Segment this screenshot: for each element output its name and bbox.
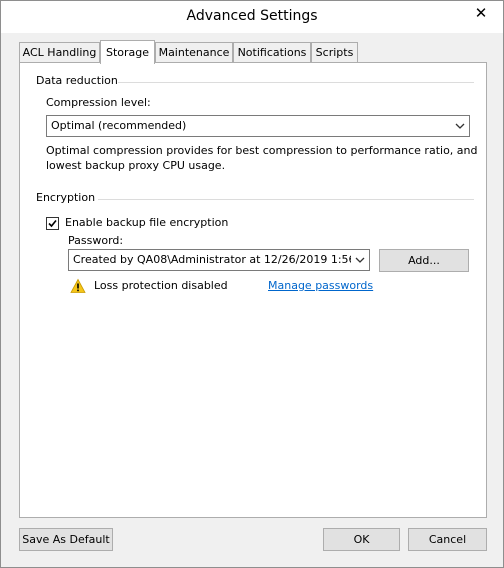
compression-description-line-1: Optimal compression provides for best co… xyxy=(46,144,478,157)
save-as-default-button[interactable]: Save As Default xyxy=(19,528,113,551)
tab-label: Scripts xyxy=(315,46,354,59)
tab-label: Storage xyxy=(105,46,150,59)
chevron-down-icon xyxy=(455,123,465,129)
compression-description: Optimal compression provides for best co… xyxy=(46,143,477,173)
manage-passwords-link[interactable]: Manage passwords xyxy=(268,279,373,292)
tab-storage[interactable]: Storage xyxy=(100,40,155,64)
password-label: Password: xyxy=(68,234,124,247)
close-button[interactable]: ✕ xyxy=(466,2,496,24)
cancel-button[interactable]: Cancel xyxy=(408,528,487,551)
loss-protection-status: Loss protection disabled xyxy=(94,279,228,292)
title-bar: Advanced Settings ✕ xyxy=(1,1,503,33)
tab-notifications[interactable]: Notifications xyxy=(233,42,311,62)
tab-maintenance[interactable]: Maintenance xyxy=(155,42,233,62)
tab-label: ACL Handling xyxy=(22,46,97,59)
compression-level-select[interactable]: Optimal (recommended) xyxy=(46,115,470,137)
enable-encryption-checkbox[interactable] xyxy=(46,217,59,230)
chevron-down-icon xyxy=(355,257,365,263)
tab-label: Notifications xyxy=(237,46,307,59)
group-divider xyxy=(98,199,474,200)
advanced-settings-dialog: Advanced Settings ✕ ACL Handling Storage… xyxy=(0,0,504,568)
ok-button[interactable]: OK xyxy=(323,528,400,551)
password-select[interactable]: Created by QA08\Administrator at 12/26/2… xyxy=(68,249,370,271)
warning-icon xyxy=(70,278,86,293)
compression-level-value: Optimal (recommended) xyxy=(51,119,187,132)
checkmark-icon xyxy=(48,219,57,228)
password-value: Created by QA08\Administrator at 12/26/2… xyxy=(73,253,351,266)
enable-encryption-label[interactable]: Enable backup file encryption xyxy=(65,216,228,229)
window-title: Advanced Settings xyxy=(186,8,318,24)
add-password-button[interactable]: Add... xyxy=(379,249,469,272)
data-reduction-group-title: Data reduction xyxy=(36,74,118,87)
tab-acl-handling[interactable]: ACL Handling xyxy=(19,42,100,62)
encryption-group-title: Encryption xyxy=(36,191,96,204)
storage-tab-panel: Data reduction Compression level: Optima… xyxy=(19,62,487,518)
compression-description-line-2: lowest backup proxy CPU usage. xyxy=(46,159,226,172)
tab-label: Maintenance xyxy=(158,46,230,59)
compression-level-label: Compression level: xyxy=(46,96,151,109)
group-divider xyxy=(118,82,474,83)
tab-scripts[interactable]: Scripts xyxy=(311,42,358,62)
dialog-body: ACL Handling Storage Maintenance Notific… xyxy=(1,33,503,567)
